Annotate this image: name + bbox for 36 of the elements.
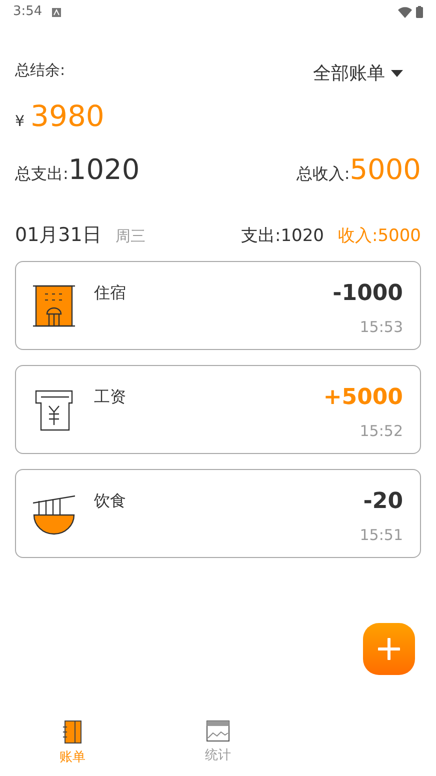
record-category: 饮食: [94, 490, 126, 512]
day-weekday: 周三: [115, 226, 146, 246]
plus-icon: [378, 638, 400, 660]
record-card[interactable]: 工资 +5000 15:52: [15, 365, 421, 454]
record-card[interactable]: 住宿 -1000 15:53: [15, 261, 421, 350]
line-chart-icon: [206, 720, 230, 742]
record-amount: -20: [363, 488, 403, 516]
day-date: 01月31日: [15, 222, 102, 248]
noodle-bowl-icon: [33, 493, 75, 535]
record-category: 住宿: [94, 282, 126, 304]
building-icon: [33, 285, 75, 327]
record-time: 15:53: [360, 317, 403, 338]
record-time: 15:51: [360, 525, 403, 546]
record-card[interactable]: 饮食 -20 15:51: [15, 469, 421, 558]
receipt-icon: [33, 389, 75, 431]
day-income: 收入:5000: [338, 224, 421, 248]
caret-icon: [391, 70, 403, 77]
notification-icon: [52, 8, 62, 16]
record-amount: +5000: [323, 384, 403, 412]
add-button[interactable]: [363, 623, 415, 675]
record-amount: -1000: [332, 280, 403, 308]
currency-symbol: ¥: [15, 111, 25, 132]
status-time: 3:54: [13, 3, 42, 22]
expense-label: 总支出:: [15, 162, 68, 184]
record-category: 工资: [94, 386, 126, 408]
battery-icon: [416, 6, 423, 18]
record-time: 15:52: [360, 421, 403, 442]
expense-total: 1020: [68, 152, 140, 188]
filter-dropdown[interactable]: 全部账单: [313, 60, 403, 87]
income-total: 5000: [350, 152, 421, 188]
day-expense: 支出:1020: [241, 224, 324, 248]
wifi-icon: [398, 6, 412, 18]
balance-amount: 3980: [30, 98, 104, 135]
balance-label: 总结余:: [15, 60, 66, 82]
income-label: 总收入:: [296, 162, 350, 184]
notebook-icon: [62, 720, 83, 744]
